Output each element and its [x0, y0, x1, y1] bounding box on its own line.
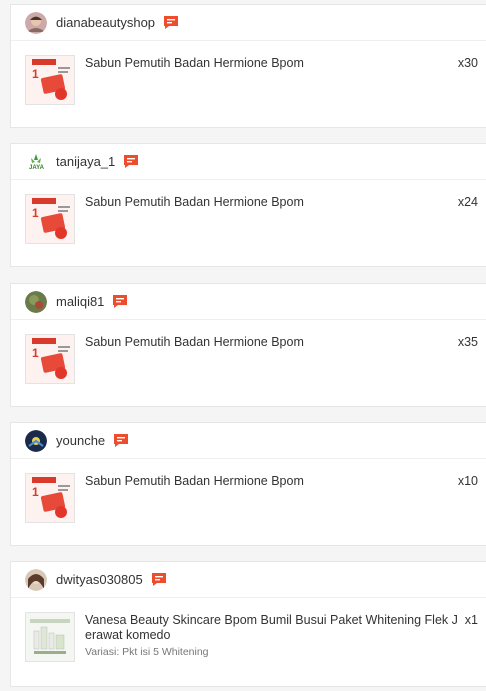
- avatar[interactable]: JAYA: [25, 150, 47, 173]
- chat-icon[interactable]: [123, 154, 139, 169]
- svg-text:1: 1: [32, 206, 39, 220]
- shop-username[interactable]: maliqi81: [56, 294, 104, 309]
- shop-username[interactable]: tanijaya_1: [56, 154, 115, 169]
- order-card: younche 1 Sabun Pemutih Badan Hermione B…: [10, 422, 486, 546]
- order-item[interactable]: Vanesa Beauty Skincare Bpom Bumil Busui …: [11, 598, 486, 684]
- svg-text:1: 1: [32, 67, 39, 81]
- quantity: x24: [457, 195, 478, 209]
- quantity: x10: [457, 474, 478, 488]
- card-header: younche: [11, 423, 486, 459]
- card-header: dianabeautyshop: [11, 5, 486, 41]
- card-header: dwityas030805: [11, 562, 486, 598]
- svg-text:JAYA: JAYA: [29, 165, 45, 171]
- quantity: x1: [464, 613, 478, 627]
- svg-text:1: 1: [32, 485, 39, 499]
- order-card: dwityas030805 Vanesa Beauty Skincare Bpo…: [10, 561, 486, 687]
- variant-label: Variasi: Pkt isi 5 Whitening: [85, 646, 209, 658]
- product-thumbnail[interactable]: 1: [25, 194, 75, 244]
- chat-icon[interactable]: [151, 572, 167, 587]
- svg-text:1: 1: [32, 346, 39, 360]
- product-title[interactable]: Sabun Pemutih Badan Hermione Bpom: [85, 56, 465, 71]
- order-item[interactable]: 1 Sabun Pemutih Badan Hermione Bpom x24: [11, 180, 486, 266]
- order-item[interactable]: 1 Sabun Pemutih Badan Hermione Bpom x35: [11, 320, 486, 406]
- avatar[interactable]: [25, 429, 47, 452]
- product-title[interactable]: Vanesa Beauty Skincare Bpom Bumil Busui …: [85, 613, 465, 643]
- order-card: maliqi81 1 Sabun Pemutih Badan Hermione …: [10, 283, 486, 407]
- card-header: JAYA tanijaya_1: [11, 144, 486, 180]
- chat-icon[interactable]: [113, 433, 129, 448]
- avatar[interactable]: [25, 11, 47, 34]
- avatar[interactable]: [25, 568, 47, 591]
- product-thumbnail[interactable]: 1: [25, 473, 75, 523]
- quantity: x30: [457, 56, 478, 70]
- order-card: dianabeautyshop 1 Sabun Pemutih Badan He…: [10, 4, 486, 128]
- product-thumbnail[interactable]: 1: [25, 55, 75, 105]
- product-thumbnail[interactable]: 1: [25, 334, 75, 384]
- product-thumbnail[interactable]: [25, 612, 75, 662]
- order-item[interactable]: 1 Sabun Pemutih Badan Hermione Bpom x10: [11, 459, 486, 545]
- order-item[interactable]: 1 Sabun Pemutih Badan Hermione Bpom x30: [11, 41, 486, 127]
- shop-username[interactable]: dwityas030805: [56, 572, 143, 587]
- avatar[interactable]: [25, 290, 47, 313]
- product-title[interactable]: Sabun Pemutih Badan Hermione Bpom: [85, 474, 465, 489]
- card-header: maliqi81: [11, 284, 486, 320]
- chat-icon[interactable]: [112, 294, 128, 309]
- product-title[interactable]: Sabun Pemutih Badan Hermione Bpom: [85, 335, 465, 350]
- quantity: x35: [457, 335, 478, 349]
- chat-icon[interactable]: [163, 15, 179, 30]
- shop-username[interactable]: dianabeautyshop: [56, 15, 155, 30]
- shop-username[interactable]: younche: [56, 433, 105, 448]
- order-card: JAYA tanijaya_1 1 Sabun Pemutih Badan He…: [10, 143, 486, 267]
- product-title[interactable]: Sabun Pemutih Badan Hermione Bpom: [85, 195, 465, 210]
